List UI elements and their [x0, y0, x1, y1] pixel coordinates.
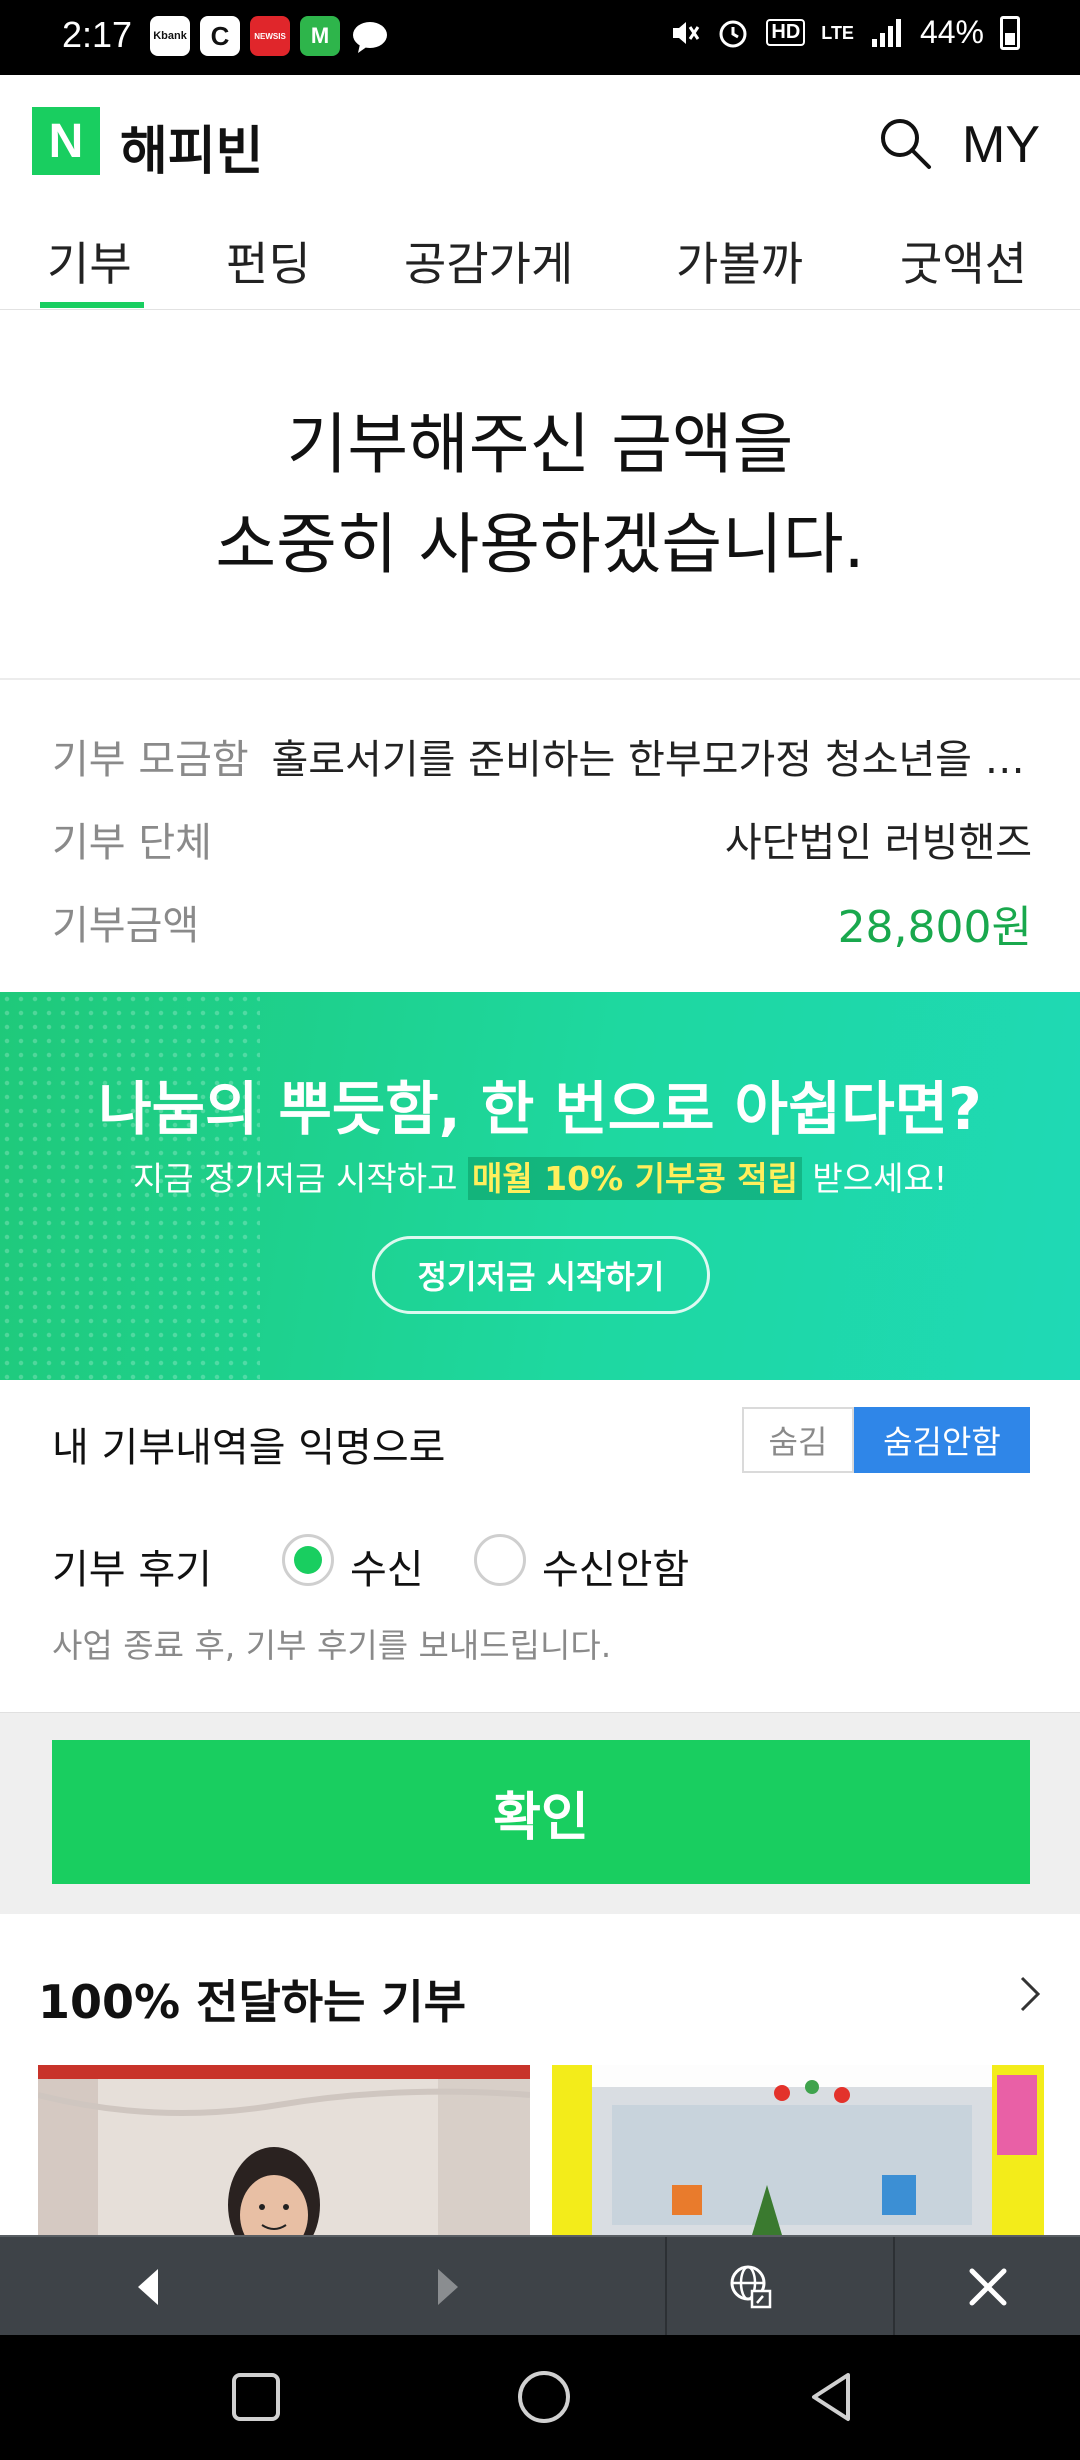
- m-app-icon: M: [300, 16, 340, 56]
- banner-title: 나눔의 뿌듯함, 한 번으로 아쉽다면?: [98, 1075, 982, 1143]
- signal-icon: [871, 18, 901, 47]
- confirm-section: 확인: [0, 1712, 1080, 1914]
- category-tabs: 기부 펀딩 공감가게 가볼까 굿액션: [0, 210, 1080, 310]
- notification-icons: Kbank C NEWSIS M: [150, 16, 390, 56]
- app-header: N 해피빈 MY: [0, 75, 1080, 210]
- amount-label: 기부금액: [52, 903, 200, 949]
- close-icon[interactable]: [960, 2259, 1016, 2315]
- c-app-icon: C: [200, 16, 240, 56]
- back-icon[interactable]: [804, 2369, 860, 2425]
- confirm-button[interactable]: 확인: [52, 1740, 1030, 1884]
- banner-sub-highlight: 매월 10% 기부콩 적립: [467, 1157, 802, 1200]
- kbank-app-icon: Kbank: [150, 16, 190, 56]
- amount-row: 기부금액 28,800원: [52, 893, 1032, 953]
- organization-value: 사단법인 러빙핸즈: [724, 820, 1032, 866]
- campaign-thumbnail[interactable]: [552, 2065, 1044, 2235]
- status-time: 2:17: [62, 14, 133, 55]
- mute-icon: [673, 21, 700, 44]
- home-icon[interactable]: [516, 2369, 572, 2425]
- receive-label[interactable]: 수신: [350, 1537, 424, 1595]
- newsis-app-icon: NEWSIS: [250, 16, 290, 56]
- chat-app-icon: [350, 16, 390, 56]
- toggle-hide[interactable]: 숨김: [742, 1407, 854, 1473]
- banner-subtitle: 지금 정기저금 시작하고 매월 10% 기부콩 적립 받으세요!: [0, 1152, 1080, 1200]
- thank-you-message: 기부해주신 금액을 소중히 사용하겠습니다.: [0, 395, 1080, 595]
- receive-radio[interactable]: [282, 1534, 334, 1586]
- banner-sub-after: 받으세요!: [801, 1159, 948, 1198]
- search-icon[interactable]: [877, 115, 933, 171]
- divider: [0, 678, 1080, 680]
- fund-row: 기부 모금함 홀로서기를 준비하는 한부모가정 청소년을 …: [52, 727, 1032, 785]
- banner-sub-before: 지금 정기저금 시작하고: [132, 1159, 468, 1198]
- tab-lets-go[interactable]: 가볼까: [676, 228, 803, 294]
- active-tab-indicator: [40, 302, 144, 308]
- toolbar-divider: [665, 2237, 667, 2337]
- review-note: 사업 종료 후, 기부 후기를 보내드립니다.: [52, 1626, 612, 1665]
- chevron-right-icon[interactable]: [1014, 1972, 1044, 2016]
- organization-row: 기부 단체 사단법인 러빙핸즈: [52, 810, 1032, 868]
- fund-value[interactable]: 홀로서기를 준비하는 한부모가정 청소년을 …: [271, 737, 1024, 783]
- system-status: HD LTE 44%: [670, 14, 1020, 51]
- alarm-icon: [719, 20, 747, 47]
- back-arrow-icon[interactable]: [122, 2259, 178, 2315]
- tab-good-action[interactable]: 굿액션: [900, 228, 1027, 294]
- browser-toolbar: [0, 2235, 1080, 2337]
- battery-percent: 44%: [919, 14, 984, 50]
- forward-arrow-icon[interactable]: [418, 2259, 474, 2315]
- tab-empathy-store[interactable]: 공감가게: [404, 228, 573, 294]
- fund-label: 기부 모금함: [52, 737, 249, 783]
- regular-saving-banner[interactable]: 나눔의 뿌듯함, 한 번으로 아쉽다면? 지금 정기저금 시작하고 매월 10%…: [0, 992, 1080, 1380]
- organization-label: 기부 단체: [52, 820, 212, 866]
- start-saving-button[interactable]: 정기저금 시작하기: [372, 1236, 710, 1314]
- tab-donation[interactable]: 기부: [47, 228, 132, 294]
- campaign-thumbnail[interactable]: [38, 2065, 530, 2235]
- toolbar-divider: [893, 2237, 895, 2337]
- thank-you-line-1: 기부해주신 금액을: [286, 406, 794, 483]
- brand-title[interactable]: 해피빈: [120, 109, 264, 184]
- lte-icon: LTE: [821, 22, 854, 43]
- naver-logo[interactable]: N: [32, 107, 100, 175]
- amount-value: 28,800원: [837, 902, 1032, 953]
- hd-icon: HD: [766, 19, 806, 46]
- thank-you-line-2: 소중히 사용하겠습니다.: [215, 506, 865, 583]
- tab-funding[interactable]: 펀딩: [226, 228, 311, 294]
- anonymous-label: 내 기부내역을 익명으로: [52, 1425, 446, 1471]
- battery-icon: [1000, 15, 1020, 50]
- system-nav-bar: [0, 2335, 1080, 2460]
- recent-apps-icon[interactable]: [228, 2369, 284, 2425]
- decline-radio[interactable]: [474, 1534, 526, 1586]
- status-bar: 2:17 Kbank C NEWSIS M HD LTE 44%: [0, 0, 1080, 75]
- decline-label[interactable]: 수신안함: [542, 1537, 689, 1595]
- anonymous-toggle: 숨김 숨김안함: [742, 1407, 1030, 1473]
- globe-share-icon[interactable]: [722, 2259, 778, 2315]
- my-button[interactable]: MY: [962, 115, 1040, 175]
- toggle-show[interactable]: 숨김안함: [854, 1407, 1030, 1473]
- campaign-photo-classroom: [552, 2065, 1044, 2235]
- campaign-photo-student: [38, 2079, 530, 2235]
- section-title[interactable]: 100% 전달하는 기부: [38, 1966, 466, 2032]
- review-label: 기부 후기: [52, 1547, 212, 1593]
